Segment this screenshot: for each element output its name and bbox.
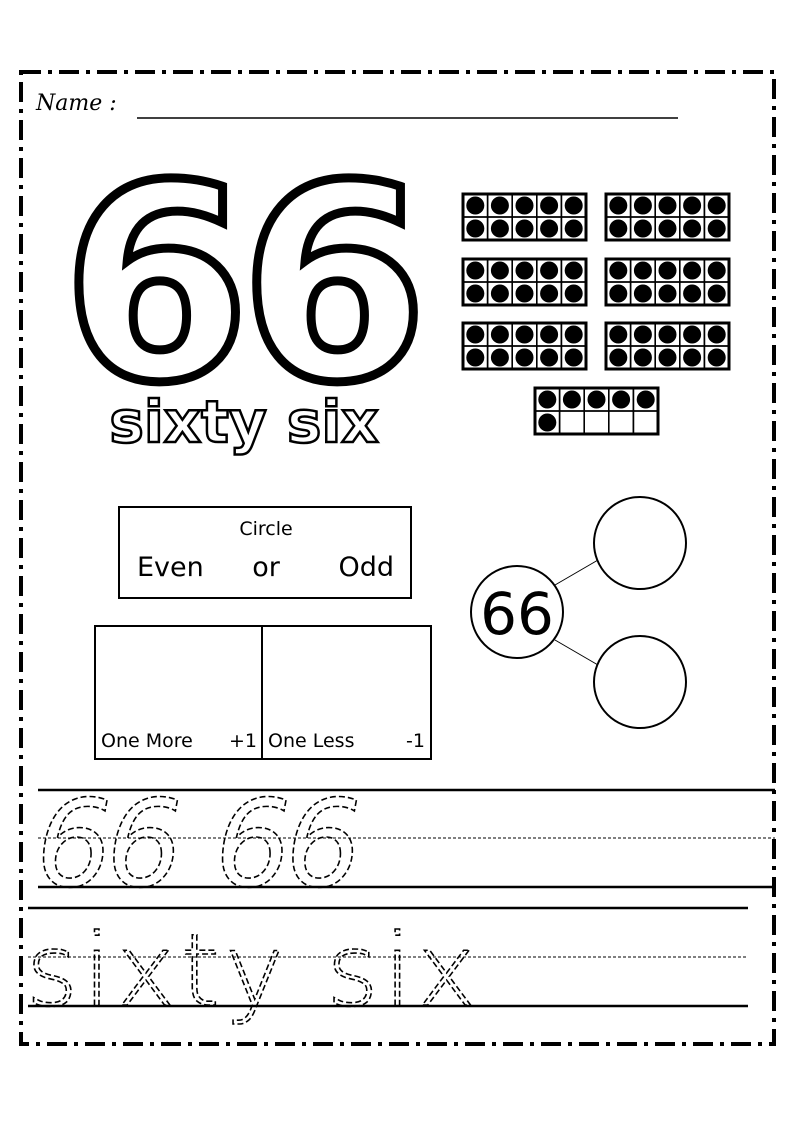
counter-dot xyxy=(540,348,559,367)
counter-dot xyxy=(587,390,606,409)
counter-dot xyxy=(633,219,652,238)
odd-option[interactable]: Odd xyxy=(338,552,394,583)
counter-dot xyxy=(515,284,534,303)
counter-dot xyxy=(683,219,702,238)
counter-dot xyxy=(515,261,534,280)
number-word: sixty six xyxy=(109,388,378,456)
ten-frame xyxy=(604,192,731,242)
counter-dot xyxy=(612,390,631,409)
ten-frame xyxy=(604,321,731,371)
counter-dot xyxy=(490,196,509,215)
counter-dot xyxy=(658,325,677,344)
name-label: Name : xyxy=(35,91,117,116)
counter-dot xyxy=(658,284,677,303)
one-less-answer[interactable] xyxy=(264,628,429,728)
minus-one-label: -1 xyxy=(406,730,425,752)
counter-dot xyxy=(540,261,559,280)
counter-dot xyxy=(515,325,534,344)
counter-dot xyxy=(609,325,628,344)
trace-word[interactable]: sixty six xyxy=(25,911,477,1030)
counter-dot xyxy=(540,284,559,303)
worksheet: Name : 66 sixty six Circle Even or Odd 6… xyxy=(19,70,776,1046)
counter-dot xyxy=(683,261,702,280)
counter-dot xyxy=(564,196,583,215)
counter-dot xyxy=(466,348,485,367)
counter-dot xyxy=(466,219,485,238)
counter-dot xyxy=(683,348,702,367)
counter-dot xyxy=(707,284,726,303)
one-less-label: One Less xyxy=(268,730,354,752)
bond-connector-bottom xyxy=(554,639,599,666)
counter-dot xyxy=(490,261,509,280)
ten-frames xyxy=(461,192,731,436)
ten-frame xyxy=(533,386,660,436)
counter-dot xyxy=(683,284,702,303)
counter-dot xyxy=(658,348,677,367)
counter-dot xyxy=(658,196,677,215)
plus-one-label: +1 xyxy=(229,730,257,752)
counter-dot xyxy=(707,325,726,344)
counter-dot xyxy=(683,325,702,344)
counter-dot xyxy=(707,219,726,238)
counter-dot xyxy=(562,390,581,409)
ten-frame xyxy=(604,257,731,307)
counter-dot xyxy=(658,219,677,238)
trace-numeral[interactable]: 66 xyxy=(35,775,185,916)
counter-dot xyxy=(658,261,677,280)
ten-frame xyxy=(461,257,588,307)
counter-dot xyxy=(490,284,509,303)
counter-dot xyxy=(515,219,534,238)
counter-dot xyxy=(490,325,509,344)
even-option[interactable]: Even xyxy=(137,552,204,583)
counter-dot xyxy=(633,325,652,344)
one-more-answer[interactable] xyxy=(97,628,260,728)
counter-dot xyxy=(564,219,583,238)
counter-dot xyxy=(564,284,583,303)
counter-dot xyxy=(564,348,583,367)
one-more-label: One More xyxy=(101,730,193,752)
counter-dot xyxy=(609,284,628,303)
counter-dot xyxy=(466,196,485,215)
counter-dot xyxy=(490,348,509,367)
counter-dot xyxy=(564,261,583,280)
counter-dot xyxy=(540,196,559,215)
counter-dot xyxy=(633,284,652,303)
counter-dot xyxy=(515,348,534,367)
counter-dot xyxy=(609,196,628,215)
counter-dot xyxy=(683,196,702,215)
counter-dot xyxy=(707,196,726,215)
ten-frame xyxy=(461,192,588,242)
counter-dot xyxy=(540,219,559,238)
counter-dot xyxy=(538,413,557,432)
bond-connector-top xyxy=(554,559,599,586)
trace-numeral[interactable]: 66 xyxy=(214,775,364,916)
bond-whole-value: 66 xyxy=(480,580,554,648)
counter-dot xyxy=(636,390,655,409)
counter-dot xyxy=(609,348,628,367)
counter-dot xyxy=(538,390,557,409)
counter-dot xyxy=(515,196,534,215)
counter-dot xyxy=(707,348,726,367)
counter-dot xyxy=(609,219,628,238)
counter-dot xyxy=(564,325,583,344)
circle-instruction: Circle xyxy=(239,518,292,540)
ten-frame xyxy=(461,321,588,371)
counter-dot xyxy=(633,348,652,367)
counter-dot xyxy=(466,325,485,344)
counter-dot xyxy=(633,196,652,215)
counter-dot xyxy=(707,261,726,280)
counter-dot xyxy=(540,325,559,344)
counter-dot xyxy=(466,261,485,280)
counter-dot xyxy=(490,219,509,238)
counter-dot xyxy=(633,261,652,280)
counter-dot xyxy=(609,261,628,280)
or-label: or xyxy=(252,552,281,583)
counter-dot xyxy=(466,284,485,303)
bond-part-top[interactable] xyxy=(593,496,687,590)
bond-part-bottom[interactable] xyxy=(593,635,687,729)
